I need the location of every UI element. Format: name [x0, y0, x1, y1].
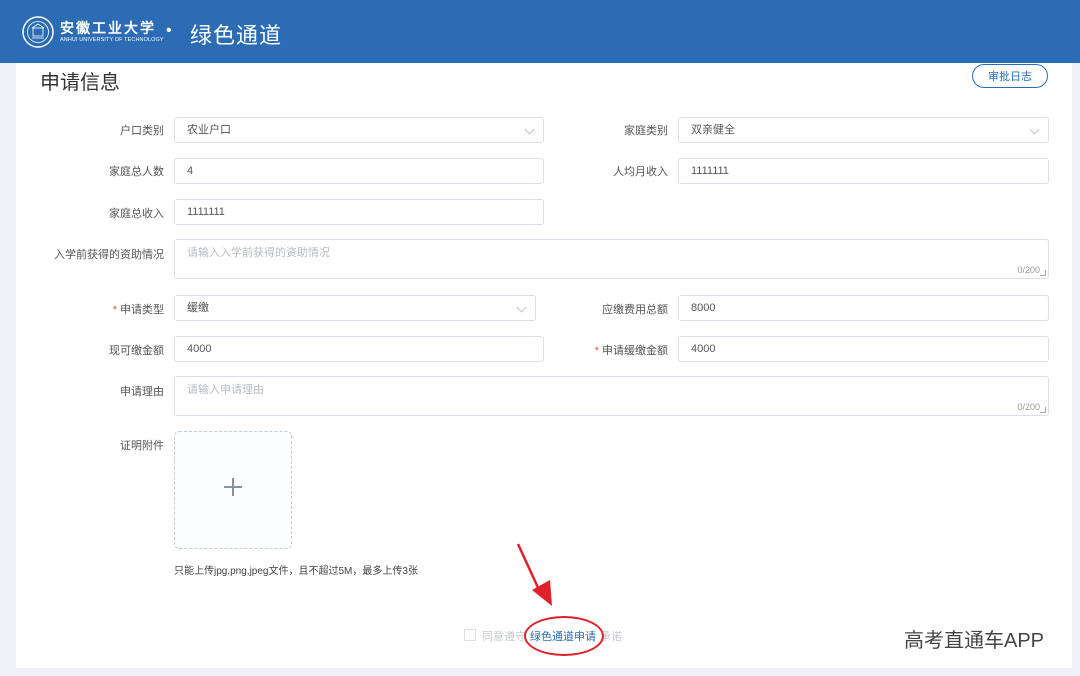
reason-placeholder: 请输入申请理由: [187, 384, 264, 396]
agree-checkbox[interactable]: [464, 629, 476, 641]
prior-aid-counter: 0/200: [1017, 265, 1040, 275]
top-header: 安徽工业大学 ANHUI UNIVERSITY OF TECHNOLOGY • …: [0, 0, 1080, 63]
reason-counter: 0/200: [1017, 402, 1040, 412]
apply-type-select[interactable]: 缓缴: [174, 295, 536, 321]
university-seal-icon: [22, 16, 54, 48]
highlight-ellipse: [524, 616, 604, 656]
apply-type-label: * 申请类型: [112, 304, 164, 316]
family-type-value: 双亲健全: [691, 124, 735, 136]
resize-handle-icon[interactable]: [1040, 407, 1046, 413]
required-asterisk: *: [112, 304, 117, 316]
payable-now-label: 现可缴金额: [109, 345, 164, 357]
hukou-type-label: 户口类别: [120, 125, 164, 137]
prior-aid-placeholder: 请输入入学前获得的资助情况: [187, 247, 330, 259]
reason-label: 申请理由: [120, 386, 164, 398]
family-type-label: 家庭类别: [624, 125, 668, 137]
family-size-label: 家庭总人数: [109, 166, 164, 178]
annotation-arrow-icon: [516, 543, 552, 606]
agree-prefix: 同意遵守: [482, 631, 526, 643]
header-separator: •: [166, 22, 172, 39]
payable-now-input[interactable]: 4000: [174, 336, 544, 362]
university-name-en: ANHUI UNIVERSITY OF TECHNOLOGY: [60, 37, 164, 43]
total-fee-input[interactable]: 8000: [678, 295, 1049, 321]
required-asterisk: *: [594, 345, 599, 357]
watermark-text: 高考直通车APP: [904, 630, 1045, 652]
family-type-select[interactable]: 双亲健全: [678, 117, 1049, 143]
family-income-input[interactable]: 1111111: [174, 199, 544, 225]
section-title: 申请信息: [40, 72, 120, 94]
attachment-label: 证明附件: [120, 440, 164, 452]
deferred-amount-label: * 申请缓缴金额: [594, 345, 668, 357]
per-capita-income-label: 人均月收入: [613, 166, 668, 178]
chevron-down-icon: [524, 124, 535, 135]
deferred-amount-input[interactable]: 4000: [678, 336, 1049, 362]
chevron-down-icon: [1029, 124, 1040, 135]
upload-button[interactable]: [174, 431, 292, 549]
resize-handle-icon[interactable]: [1040, 270, 1046, 276]
prior-aid-label: 入学前获得的资助情况: [54, 249, 164, 261]
hukou-type-select[interactable]: 农业户口: [174, 117, 544, 143]
prior-aid-textarea[interactable]: 请输入入学前获得的资助情况 0/200: [174, 239, 1049, 279]
agree-checkbox-row[interactable]: 同意遵守: [464, 628, 526, 644]
hukou-type-value: 农业户口: [187, 124, 231, 136]
reason-textarea[interactable]: 请输入申请理由 0/200: [174, 376, 1049, 416]
page-title: 绿色通道: [190, 23, 283, 48]
family-income-label: 家庭总收入: [109, 208, 164, 220]
apply-type-value: 缓缴: [187, 302, 209, 314]
university-name-cn: 安徽工业大学: [60, 21, 156, 37]
audit-log-button[interactable]: 审批日志: [972, 64, 1048, 88]
total-fee-label: 应缴费用总额: [602, 304, 668, 316]
chevron-down-icon: [516, 302, 527, 313]
family-size-input[interactable]: 4: [174, 158, 544, 184]
per-capita-income-input[interactable]: 1111111: [678, 158, 1049, 184]
upload-hint: 只能上传jpg,png,jpeg文件，且不超过5M，最多上传3张: [174, 566, 418, 577]
